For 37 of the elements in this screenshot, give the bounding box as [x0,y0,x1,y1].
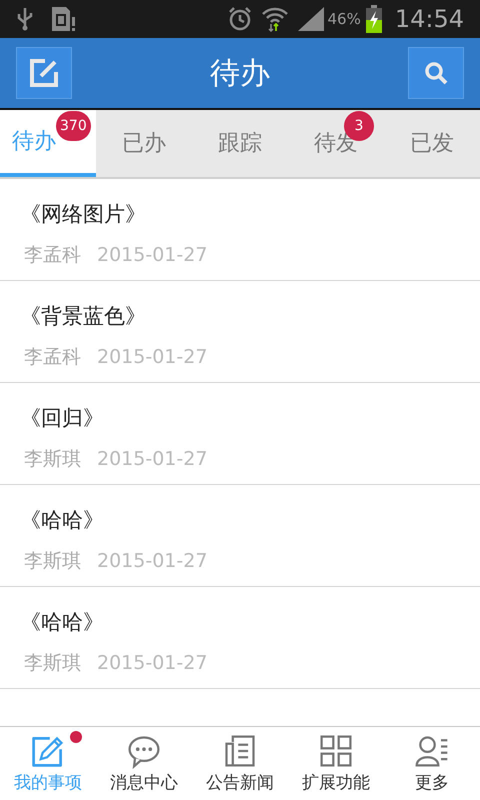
item-title[interactable]: 《背景蓝色》 [20,301,146,331]
sim-card-icon [50,5,76,33]
usb-icon [16,7,34,31]
tab[interactable]: 已办 [122,127,166,160]
compose-button[interactable] [16,47,72,99]
author-name: 李斯琪 [24,651,81,676]
item-title[interactable]: 《哈哈》 [20,505,104,535]
wifi-icon [261,6,290,32]
alarm-clock-icon [227,6,254,32]
edit-icon [27,56,61,90]
item-title[interactable]: 《回归》 [20,403,104,433]
author-name: 李孟科 [24,345,81,370]
author-name: 李斯琪 [24,447,81,472]
nav-tab[interactable]: 更多 [384,727,480,800]
item-title[interactable]: 《网络图片》 [20,199,146,229]
battery-charging-icon [364,5,383,33]
search-icon [423,60,449,86]
nav-tab[interactable]: 扩展功能 [288,727,384,800]
grid-icon [318,732,354,768]
battery-percent: 46% [327,8,361,30]
tab[interactable]: 已发 [410,127,454,160]
clock-time: 14:54 [394,4,464,35]
item-date: 2015-01-27 [97,243,208,268]
item-date: 2015-01-27 [97,651,208,676]
item-date: 2015-01-27 [97,345,208,370]
nav-tab[interactable]: 消息中心 [96,727,192,800]
item-date: 2015-01-27 [97,549,208,574]
count-badge: 370 [56,111,91,141]
author-name: 李斯琪 [24,549,81,574]
item-title[interactable]: 《哈哈》 [20,607,104,637]
item-date: 2015-01-27 [97,447,208,472]
signal-icon [297,6,326,32]
author-name: 李孟科 [24,243,81,268]
search-button[interactable] [408,47,464,99]
tab[interactable]: 跟踪 [218,127,262,160]
nav-tab[interactable]: 公告新闻 [192,727,288,800]
page-title: 待办 [210,54,270,92]
